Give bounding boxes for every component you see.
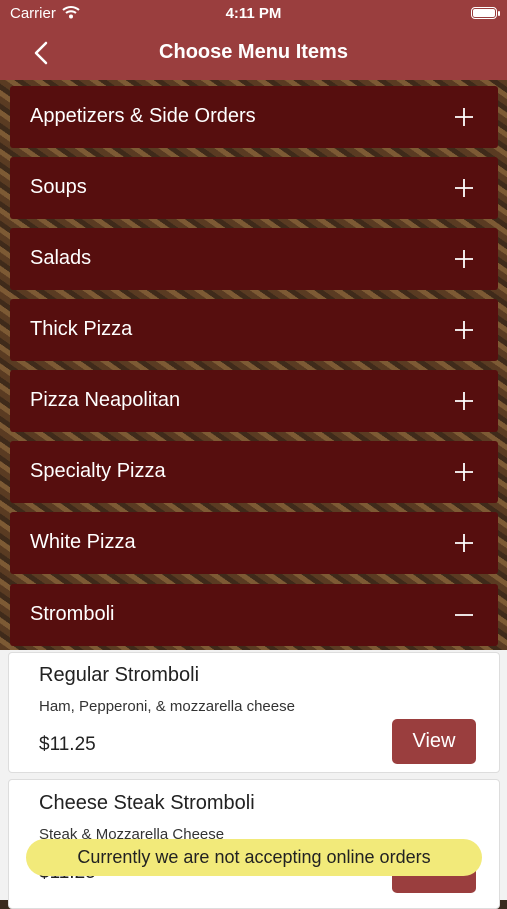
plus-icon [455,321,473,339]
category-salads[interactable]: Salads [10,228,498,290]
product-name: Cheese Steak Stromboli [39,792,255,814]
category-label: Soups [30,176,87,198]
category-pizza-neapolitan[interactable]: Pizza Neapolitan [10,370,498,432]
category-thick-pizza[interactable]: Thick Pizza [10,299,498,361]
category-stromboli[interactable]: Stromboli [10,584,498,646]
plus-icon [455,392,473,410]
plus-icon [455,250,473,268]
product-description: Ham, Pepperoni, & mozzarella cheese [39,698,295,715]
plus-icon [455,534,473,552]
product-name: Regular Stromboli [39,664,200,686]
category-label: White Pizza [30,531,136,553]
clock: 4:11 PM [225,5,282,22]
plus-icon [455,179,473,197]
nav-bar: Choose Menu Items [0,28,507,80]
page-title: Choose Menu Items [159,41,348,63]
category-label: Pizza Neapolitan [30,389,181,411]
plus-icon [455,108,473,126]
category-label: Specialty Pizza [30,460,166,482]
plus-icon [455,463,473,481]
notice-toast: Currently we are not accepting online or… [26,839,482,876]
battery-icon [471,7,500,19]
product-price: $11.25 [39,734,96,755]
category-appetizers[interactable]: Appetizers & Side Orders [10,86,498,148]
category-specialty-pizza[interactable]: Specialty Pizza [10,441,498,503]
category-label: Appetizers & Side Orders [30,105,256,127]
category-soups[interactable]: Soups [10,157,498,219]
status-bar: Carrier 4:11 PM [0,0,507,28]
category-label: Salads [30,247,92,269]
minus-icon [455,614,473,616]
view-button[interactable]: View [392,719,476,764]
product-card: Regular Stromboli Ham, Pepperoni, & mozz… [8,652,500,773]
category-label: Stromboli [30,603,115,625]
category-white-pizza[interactable]: White Pizza [10,512,498,574]
category-label: Thick Pizza [30,318,133,340]
